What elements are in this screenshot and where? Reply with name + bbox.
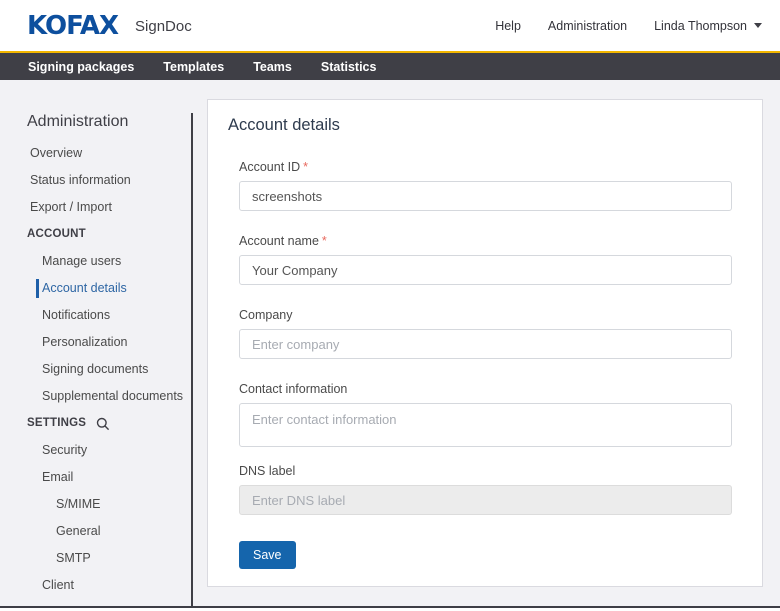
user-name: Linda Thompson — [654, 19, 747, 33]
save-button[interactable]: Save — [239, 541, 296, 569]
required-marker: * — [303, 160, 308, 174]
nav-statistics[interactable]: Statistics — [321, 60, 377, 74]
account-id-input[interactable] — [239, 181, 732, 211]
sidebar-item-client[interactable]: Client — [0, 572, 190, 599]
sidebar-item-personalization[interactable]: Personalization — [0, 329, 190, 356]
sidebar-item-general[interactable]: General — [0, 518, 190, 545]
sidebar-item-overview[interactable]: Overview — [0, 140, 190, 167]
nav-signing-packages[interactable]: Signing packages — [28, 60, 134, 74]
nav-templates[interactable]: Templates — [163, 60, 224, 74]
sidebar-item-signing-documents[interactable]: Signing documents — [0, 356, 190, 383]
dns-label-input — [239, 485, 732, 515]
sidebar-item-supplemental-documents[interactable]: Supplemental documents — [0, 383, 190, 410]
user-menu[interactable]: Linda Thompson — [654, 19, 762, 33]
search-icon[interactable] — [96, 417, 110, 431]
account-name-input[interactable] — [239, 255, 732, 285]
administration-link[interactable]: Administration — [548, 19, 627, 33]
sidebar-item-export-import[interactable]: Export / Import — [0, 194, 190, 221]
admin-sidebar: Administration Overview Status informati… — [0, 80, 190, 599]
sidebar-item-account-details[interactable]: Account details — [0, 275, 190, 302]
product-name: SignDoc — [135, 16, 192, 35]
account-name-label: Account name* — [239, 233, 732, 249]
sidebar-item-status-information[interactable]: Status information — [0, 167, 190, 194]
sidebar-section-settings: SETTINGS — [0, 410, 190, 437]
company-label: Company — [239, 307, 732, 323]
sidebar-title: Administration — [27, 113, 190, 131]
chevron-down-icon — [754, 23, 762, 28]
contact-information-label: Contact information — [239, 381, 732, 397]
account-details-form: Account ID* Account name* Company Contac… — [208, 159, 762, 569]
company-input[interactable] — [239, 329, 732, 359]
page-title: Account details — [228, 116, 762, 135]
kofax-logo: KOFAX — [27, 13, 118, 39]
account-details-card: Account details Account ID* Account name… — [207, 99, 763, 587]
contact-information-input[interactable] — [239, 403, 732, 447]
help-link[interactable]: Help — [495, 19, 521, 33]
sidebar-item-smime[interactable]: S/MIME — [0, 491, 190, 518]
sidebar-item-manage-users[interactable]: Manage users — [0, 248, 190, 275]
content-area: Administration Overview Status informati… — [0, 80, 780, 611]
account-id-label: Account ID* — [239, 159, 732, 175]
nav-teams[interactable]: Teams — [253, 60, 292, 74]
sidebar-section-account: ACCOUNT — [0, 221, 190, 248]
sidebar-item-notifications[interactable]: Notifications — [0, 302, 190, 329]
app-header: KOFAX SignDoc Help Administration Linda … — [0, 0, 780, 51]
required-marker: * — [322, 234, 327, 248]
sidebar-item-security[interactable]: Security — [0, 437, 190, 464]
sidebar-list: Overview Status information Export / Imp… — [0, 140, 190, 599]
dns-label-label: DNS label — [239, 463, 732, 479]
sidebar-item-email[interactable]: Email — [0, 464, 190, 491]
header-links: Help Administration Linda Thompson — [495, 19, 762, 33]
sidebar-divider — [191, 113, 193, 606]
sidebar-section-settings-label: SETTINGS — [27, 410, 86, 437]
sidebar-item-smtp[interactable]: SMTP — [0, 545, 190, 572]
main-navbar: Signing packages Templates Teams Statist… — [0, 53, 780, 80]
